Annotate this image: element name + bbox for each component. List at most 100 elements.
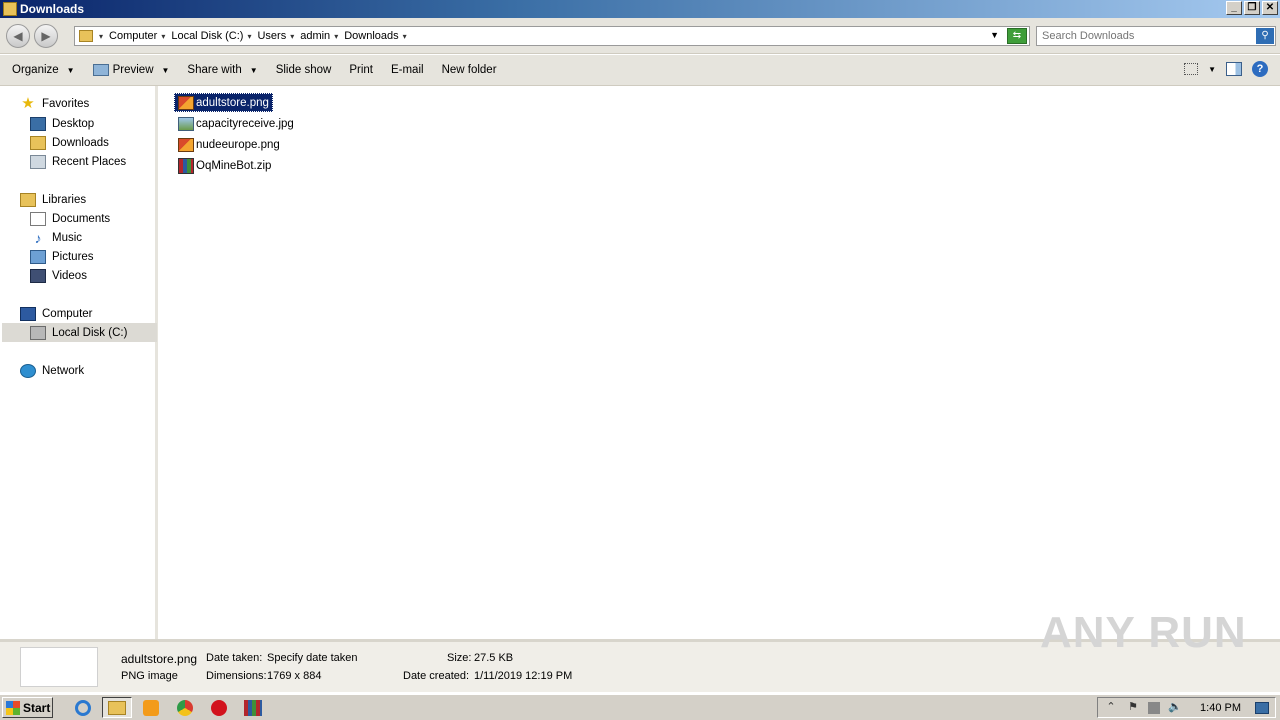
- nav-desktop[interactable]: Desktop: [30, 114, 94, 133]
- network-icon: [20, 363, 36, 378]
- windows-logo-icon: [6, 700, 20, 715]
- details-filetype: PNG image: [121, 670, 178, 682]
- breadcrumb-admin[interactable]: admin ▾: [300, 30, 338, 42]
- breadcrumb-downloads[interactable]: Downloads ▾: [344, 30, 406, 42]
- internet-explorer-icon: [75, 699, 91, 716]
- libraries-icon: [20, 192, 36, 207]
- music-icon: ♪: [34, 229, 42, 246]
- nav-downloads[interactable]: Downloads: [30, 133, 109, 152]
- winrar-icon: [244, 699, 262, 716]
- show-desktop-icon[interactable]: [1255, 701, 1269, 714]
- address-row: ◀ ▶ ▾ Computer ▾ Local Disk (C:) ▾ Users ▾ …: [0, 18, 1280, 54]
- nav-videos[interactable]: Videos: [30, 266, 87, 285]
- taskbar-explorer[interactable]: [102, 697, 132, 718]
- breadcrumb-computer[interactable]: Computer ▾: [109, 30, 165, 42]
- search-input[interactable]: [1037, 27, 1247, 45]
- chevron-down-icon: ▼: [249, 65, 258, 75]
- nav-libraries[interactable]: Libraries: [20, 190, 86, 209]
- chevron-down-icon[interactable]: ▾: [161, 32, 165, 41]
- address-bar[interactable]: ▾ Computer ▾ Local Disk (C:) ▾ Users ▾ admi…: [74, 26, 1030, 46]
- file-list[interactable]: adultstore.png capacityreceive.jpg nudee…: [160, 86, 1280, 639]
- preview-pane-icon[interactable]: [1226, 62, 1242, 76]
- chevron-down-icon[interactable]: ▾: [290, 32, 294, 41]
- list-item[interactable]: adultstore.png: [174, 93, 273, 112]
- chevron-down-icon[interactable]: ▾: [334, 32, 338, 41]
- breadcrumb-local-disk[interactable]: Local Disk (C:) ▾: [171, 30, 251, 42]
- chevron-down-icon: ▼: [66, 65, 75, 75]
- email-button[interactable]: E-mail: [391, 64, 424, 76]
- network-tray-icon[interactable]: [1148, 701, 1161, 714]
- nav-pictures[interactable]: Pictures: [30, 247, 94, 266]
- system-tray: ⌃ ⚑ 🔈 1:40 PM: [1097, 697, 1276, 718]
- taskbar-opera[interactable]: [204, 697, 234, 718]
- dimensions-value: 1769 x 884: [267, 670, 322, 682]
- nav-documents[interactable]: Documents: [30, 209, 110, 228]
- close-button[interactable]: ✕: [1262, 1, 1278, 15]
- desktop-icon: [30, 116, 46, 131]
- action-center-flag-icon[interactable]: ⚑: [1126, 701, 1140, 714]
- watermark-logo: ANY RUN: [1040, 608, 1247, 657]
- organize-button[interactable]: Organize ▼: [12, 64, 75, 76]
- nav-local-disk[interactable]: Local Disk (C:): [2, 323, 157, 342]
- forward-button[interactable]: ▶: [34, 24, 58, 48]
- chrome-icon: [177, 699, 193, 716]
- computer-icon: [20, 306, 36, 321]
- folder-icon: [3, 2, 17, 16]
- list-item[interactable]: nudeeurope.png: [175, 135, 283, 154]
- nav-computer[interactable]: Computer: [20, 304, 93, 323]
- date-taken-value[interactable]: Specify date taken: [267, 652, 358, 664]
- star-icon: ★: [21, 94, 35, 112]
- date-created-label: Date created:: [403, 670, 470, 682]
- list-item[interactable]: capacityreceive.jpg: [175, 114, 297, 133]
- breadcrumb-users[interactable]: Users ▾: [257, 30, 294, 42]
- jpg-file-icon: [178, 116, 194, 131]
- winrar-archive-icon: [178, 157, 194, 174]
- back-button[interactable]: ◀: [6, 24, 30, 48]
- thumbnail: [20, 647, 98, 687]
- list-item[interactable]: OqMineBot.zip: [175, 156, 274, 175]
- nav-network[interactable]: Network: [20, 361, 84, 380]
- png-file-icon: [178, 137, 194, 152]
- search-icon[interactable]: ⚲: [1256, 28, 1274, 44]
- start-button[interactable]: Start: [2, 697, 53, 718]
- videos-icon: [30, 268, 46, 283]
- show-hidden-icons-icon[interactable]: ⌃: [1104, 701, 1118, 714]
- details-filename: adultstore.png: [121, 652, 198, 666]
- chevron-down-icon[interactable]: ▾: [403, 32, 407, 41]
- taskbar-winrar[interactable]: [238, 697, 268, 718]
- folder-icon: [79, 30, 93, 42]
- taskbar-internet-explorer[interactable]: [68, 697, 98, 718]
- chevron-down-icon[interactable]: ▼: [1208, 65, 1216, 74]
- png-file-icon: [178, 95, 194, 110]
- print-button[interactable]: Print: [349, 64, 373, 76]
- navigation-pane: ★ Favorites Desktop Downloads Recent Plac…: [0, 86, 158, 639]
- address-dropdown-icon[interactable]: ▼: [990, 30, 999, 40]
- size-label: Size:: [447, 652, 472, 664]
- refresh-icon[interactable]: ⇆: [1007, 28, 1027, 44]
- nav-favorites[interactable]: ★ Favorites: [20, 94, 89, 113]
- speaker-icon[interactable]: 🔈: [1168, 701, 1182, 714]
- chevron-down-icon[interactable]: ▾: [99, 32, 103, 41]
- clock[interactable]: 1:40 PM: [1200, 702, 1241, 714]
- disk-icon: [30, 325, 46, 340]
- date-taken-label: Date taken:: [206, 652, 263, 664]
- opera-icon: [211, 699, 227, 716]
- nav-recent-places[interactable]: Recent Places: [30, 152, 126, 171]
- preview-button[interactable]: Preview ▼: [92, 64, 169, 76]
- title-bar[interactable]: Downloads _ ❐ ✕: [0, 0, 1280, 18]
- downloads-icon: [30, 135, 46, 150]
- share-with-button[interactable]: Share with ▼: [187, 64, 257, 76]
- help-icon[interactable]: ?: [1252, 61, 1268, 77]
- taskbar-chrome[interactable]: [170, 697, 200, 718]
- slide-show-button[interactable]: Slide show: [276, 64, 332, 76]
- search-box: ⚲: [1036, 26, 1276, 46]
- nav-music[interactable]: ♪ Music: [30, 228, 83, 247]
- chevron-down-icon[interactable]: ▾: [247, 32, 251, 41]
- minimize-button[interactable]: _: [1226, 1, 1242, 15]
- taskbar-media-player[interactable]: [136, 697, 166, 718]
- dimensions-label: Dimensions:: [206, 670, 267, 682]
- restore-button[interactable]: ❐: [1244, 1, 1260, 15]
- new-folder-button[interactable]: New folder: [442, 64, 497, 76]
- documents-icon: [30, 211, 46, 226]
- change-view-icon[interactable]: [1184, 63, 1199, 75]
